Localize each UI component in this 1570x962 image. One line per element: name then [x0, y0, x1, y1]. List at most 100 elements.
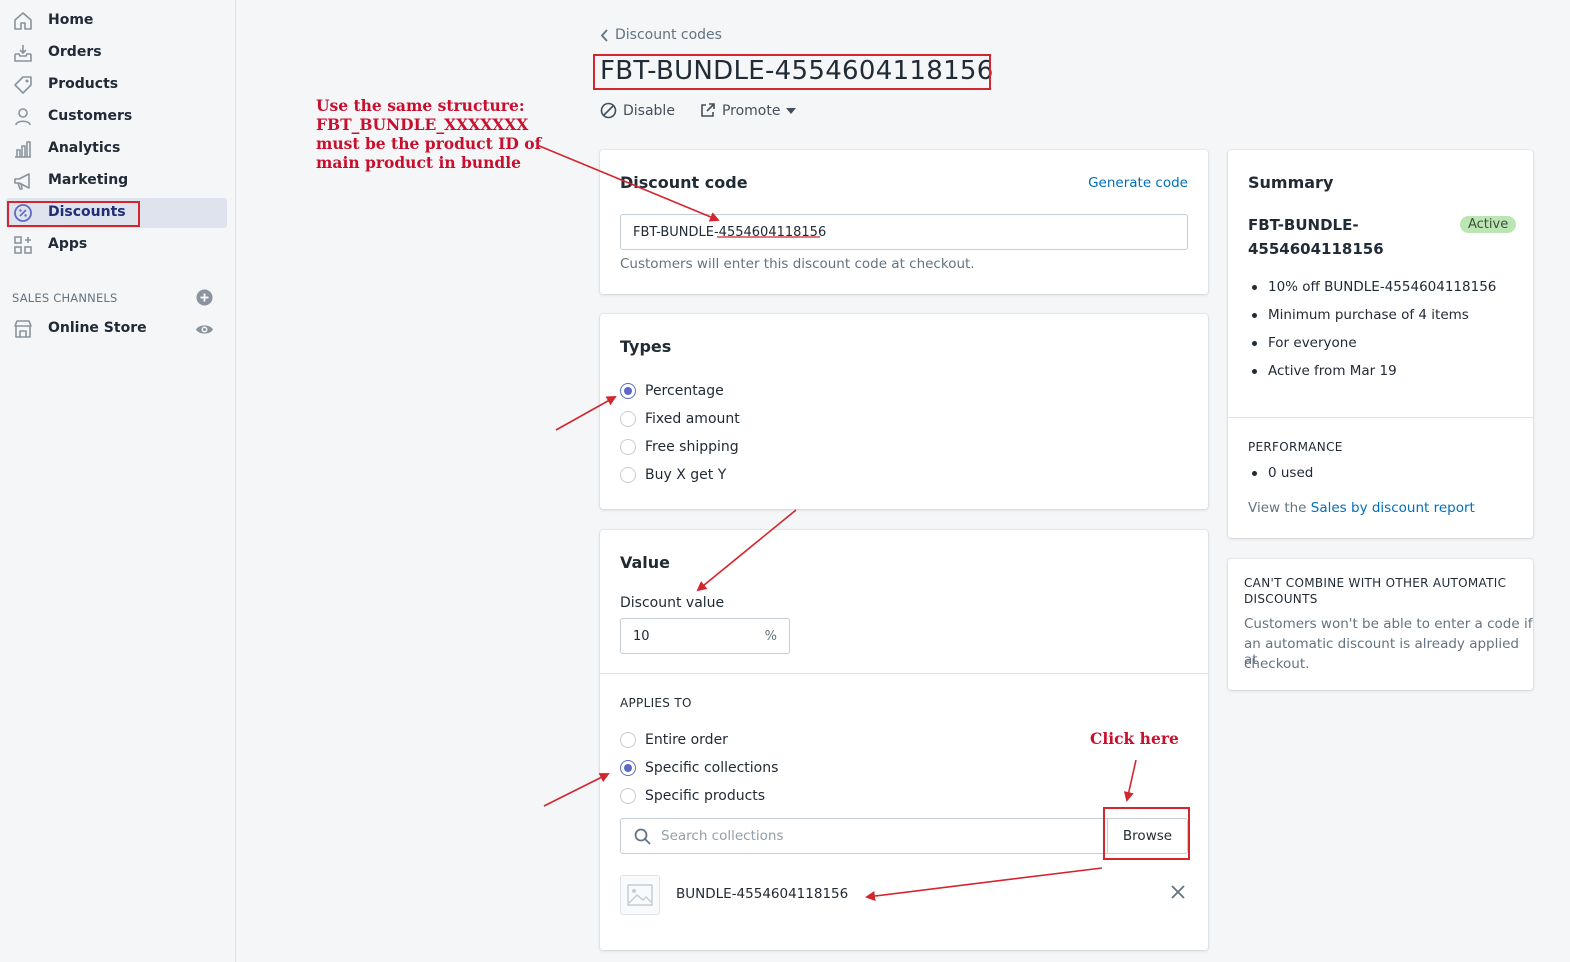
sidebar-item-label: Online Store — [48, 320, 147, 336]
type-free-shipping-radio[interactable]: Free shipping — [620, 439, 739, 455]
discount-value-label: Discount value — [620, 595, 725, 611]
summary-details-list: 10% off BUNDLE-4554604118156 Minimum pur… — [1248, 276, 1496, 388]
summary-code-line1: FBT-BUNDLE- — [1248, 216, 1359, 234]
bar-chart-icon — [15, 141, 31, 158]
discount-code-title: Discount code — [620, 173, 748, 192]
value-title: Value — [620, 553, 671, 572]
sidebar-item-home[interactable]: Home — [6, 6, 227, 36]
sidebar-item-products[interactable]: Products — [6, 70, 227, 100]
combine-heading-line1: CAN'T COMBINE WITH OTHER AUTOMATIC — [1244, 576, 1507, 590]
sidebar-item-label: Orders — [48, 44, 102, 60]
radio-button[interactable] — [620, 788, 636, 804]
combine-info-card: CAN'T COMBINE WITH OTHER AUTOMATIC DISCO… — [1228, 559, 1533, 690]
radio-button[interactable] — [620, 439, 636, 455]
tag-icon — [14, 76, 32, 94]
summary-title: Summary — [1248, 173, 1334, 192]
sidebar-item-apps[interactable]: Apps — [6, 230, 227, 260]
status-badge: Active — [1460, 216, 1517, 233]
annotation-click-here: Click here — [1090, 729, 1179, 748]
sales-channels-heading: SALES CHANNELS — [12, 291, 118, 305]
applies-specific-collections-radio[interactable]: Specific collections — [620, 760, 778, 776]
annotation-title-highlight — [593, 54, 991, 90]
applies-specific-products-radio[interactable]: Specific products — [620, 788, 765, 804]
back-link-label: Discount codes — [615, 27, 722, 43]
annotation-line: must be the product ID of — [316, 134, 542, 153]
types-title: Types — [620, 337, 672, 356]
sidebar-item-online-store[interactable]: Online Store — [6, 314, 227, 344]
annotation-line: Use the same structure: — [316, 96, 525, 115]
divider — [600, 673, 1208, 674]
page-actions: Disable Promote — [600, 102, 797, 119]
view-store-eye-icon[interactable] — [195, 321, 214, 338]
promote-button[interactable]: Promote — [699, 102, 797, 119]
external-link-icon — [701, 103, 715, 117]
caret-down-icon — [786, 107, 797, 114]
back-link[interactable]: Discount codes — [600, 27, 722, 43]
performance-detail: 0 used — [1248, 462, 1313, 490]
disable-label: Disable — [623, 102, 675, 119]
apps-icon — [14, 236, 32, 254]
sidebar-item-orders[interactable]: Orders — [6, 38, 227, 68]
percent-suffix: % — [764, 628, 777, 644]
summary-detail: For everyone — [1248, 332, 1496, 360]
chevron-left-icon — [600, 28, 608, 42]
disable-button[interactable]: Disable — [600, 102, 675, 119]
disable-icon — [600, 102, 617, 119]
annotation-structure-note: Use the same structure: FBT_BUNDLE_XXXXX… — [316, 96, 541, 172]
radio-button[interactable] — [620, 411, 636, 427]
discount-code-input[interactable]: FBT-BUNDLE-4554604118156 — [620, 214, 1188, 250]
discount-value-input[interactable]: 10 % — [620, 618, 790, 654]
combine-heading-line2: DISCOUNTS — [1244, 592, 1318, 606]
type-fixed-amount-radio[interactable]: Fixed amount — [620, 411, 740, 427]
report-prefix: View the — [1248, 500, 1311, 516]
sidebar-item-label: Apps — [48, 236, 88, 252]
divider — [1228, 417, 1533, 418]
home-icon — [14, 12, 32, 30]
discount-code-card: Discount code Generate code FBT-BUNDLE-4… — [600, 150, 1208, 294]
radio-label: Percentage — [645, 383, 724, 399]
person-icon — [15, 108, 31, 126]
sidebar-item-customers[interactable]: Customers — [6, 102, 227, 132]
add-channel-icon[interactable] — [196, 289, 213, 306]
sidebar-item-label: Customers — [48, 108, 133, 124]
store-icon — [14, 320, 32, 338]
combine-body-line1: Customers won't be able to enter a code … — [1244, 616, 1533, 632]
radio-label: Entire order — [645, 732, 728, 748]
radio-label: Buy X get Y — [645, 467, 727, 483]
search-icon — [634, 828, 651, 845]
annotation-line: main product in bundle — [316, 153, 521, 172]
type-buy-x-get-y-radio[interactable]: Buy X get Y — [620, 467, 726, 483]
type-percentage-radio[interactable]: Percentage — [620, 383, 724, 399]
image-placeholder-icon — [627, 884, 653, 906]
radio-label: Free shipping — [645, 439, 739, 455]
sidebar-item-label: Marketing — [48, 172, 129, 188]
radio-label: Specific collections — [645, 760, 779, 776]
remove-collection-close-icon[interactable] — [1171, 885, 1185, 899]
radio-button[interactable] — [620, 732, 636, 748]
applies-entire-order-radio[interactable]: Entire order — [620, 732, 728, 748]
discount-code-help: Customers will enter this discount code … — [620, 256, 975, 272]
summary-code-line2: 4554604118156 — [1248, 240, 1384, 258]
generate-code-link[interactable]: Generate code — [1088, 175, 1188, 191]
sidebar-item-marketing[interactable]: Marketing — [6, 166, 227, 196]
megaphone-icon — [14, 173, 30, 190]
sidebar-item-analytics[interactable]: Analytics — [6, 134, 227, 164]
orders-icon — [14, 45, 32, 62]
radio-label: Specific products — [645, 788, 766, 804]
annotation-arrow — [543, 773, 610, 807]
sidebar-item-label: Products — [48, 76, 119, 92]
promote-label: Promote — [721, 102, 781, 119]
summary-card: Summary FBT-BUNDLE- 4554604118156 Active… — [1228, 150, 1533, 538]
radio-label: Fixed amount — [645, 411, 740, 427]
collection-thumbnail — [620, 875, 660, 915]
radio-button[interactable] — [620, 760, 636, 776]
annotation-line: FBT_BUNDLE_XXXXXXX — [316, 115, 529, 134]
search-collections-input[interactable]: Search collections — [661, 828, 783, 844]
sidebar: Home Orders Products Customers Analytics… — [0, 0, 236, 962]
applies-to-heading: APPLIES TO — [620, 696, 692, 710]
summary-detail: 10% off BUNDLE-4554604118156 — [1248, 276, 1496, 304]
sales-by-discount-report-link[interactable]: Sales by discount report — [1311, 500, 1475, 516]
combine-body-line3: checkout. — [1244, 656, 1310, 672]
radio-button[interactable] — [620, 467, 636, 483]
radio-button[interactable] — [620, 383, 636, 399]
